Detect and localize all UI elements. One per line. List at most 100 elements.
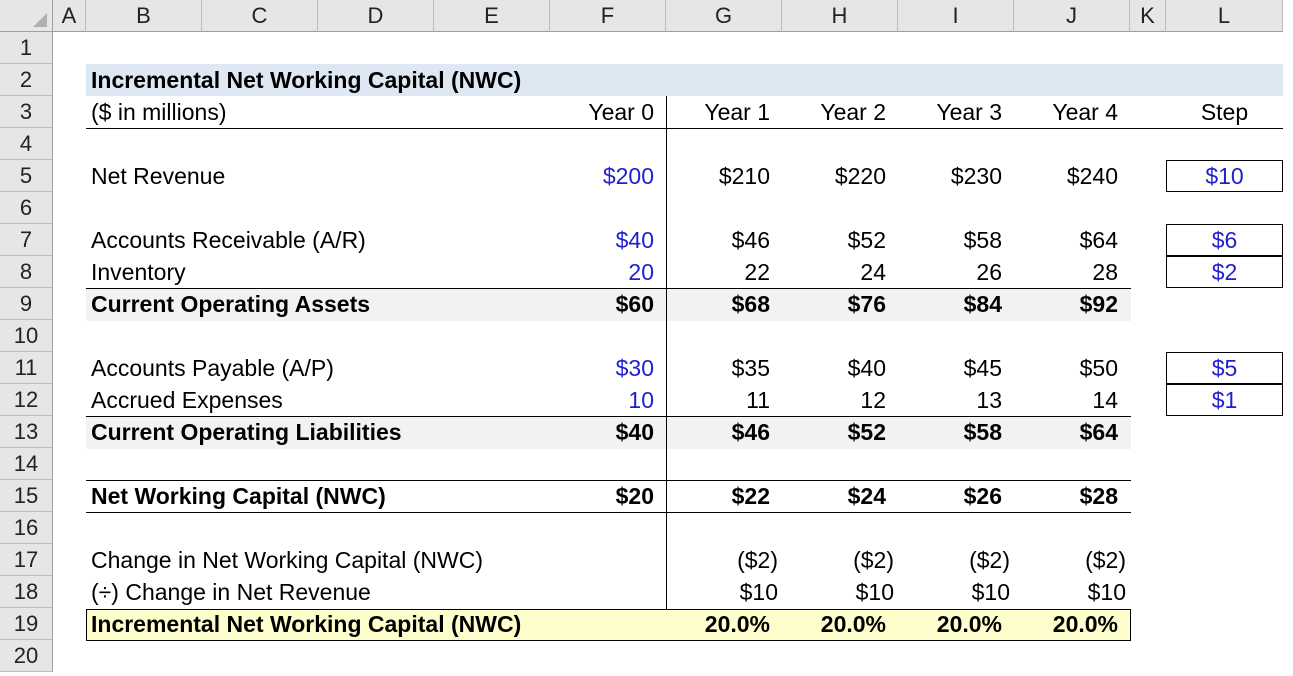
row-header-5[interactable]: 5 [0, 160, 53, 192]
row-header-11[interactable]: 11 [0, 352, 53, 384]
col-value-0[interactable]: $40 [550, 416, 654, 448]
accrued-value-0[interactable]: 10 [550, 384, 654, 416]
column-header-f[interactable]: F [550, 0, 666, 32]
row-header-3[interactable]: 3 [0, 96, 53, 128]
net-revenue-step-input[interactable]: $10 [1166, 160, 1283, 192]
nwc-value-1[interactable]: $22 [666, 480, 770, 512]
row-header-10[interactable]: 10 [0, 320, 53, 352]
year-header-2[interactable]: Year 2 [782, 96, 886, 128]
ar-value-1[interactable]: $46 [666, 224, 770, 256]
row-header-13[interactable]: 13 [0, 416, 53, 448]
ap-value-1[interactable]: $35 [666, 352, 770, 384]
row-header-18[interactable]: 18 [0, 576, 53, 608]
row-header-12[interactable]: 12 [0, 384, 53, 416]
accrued-value-2[interactable]: 12 [782, 384, 886, 416]
ar-value-3[interactable]: $58 [898, 224, 1002, 256]
change-rev-value-0[interactable] [550, 576, 654, 608]
net-revenue-value-4[interactable]: $240 [1014, 160, 1118, 192]
coa-value-1[interactable]: $68 [666, 288, 770, 320]
incremental-value-4[interactable]: 20.0% [1014, 608, 1118, 640]
inventory-step-input[interactable]: $2 [1166, 256, 1283, 288]
incremental-value-2[interactable]: 20.0% [782, 608, 886, 640]
coa-value-3[interactable]: $84 [898, 288, 1002, 320]
ar-step-input[interactable]: $6 [1166, 224, 1283, 256]
year-header-3[interactable]: Year 3 [898, 96, 1002, 128]
inventory-value-0[interactable]: 20 [550, 256, 654, 288]
net-revenue-value-0[interactable]: $200 [550, 160, 654, 192]
ar-value-0[interactable]: $40 [550, 224, 654, 256]
inventory-value-1[interactable]: 22 [666, 256, 770, 288]
change-nwc-value-2[interactable]: ($2) [782, 544, 894, 576]
row-header-6[interactable]: 6 [0, 192, 53, 224]
accrued-value-4[interactable]: 14 [1014, 384, 1118, 416]
net-revenue-value-3[interactable]: $230 [898, 160, 1002, 192]
row-header-4[interactable]: 4 [0, 128, 53, 160]
coa-value-0[interactable]: $60 [550, 288, 654, 320]
column-header-a[interactable]: A [53, 0, 86, 32]
ap-value-4[interactable]: $50 [1014, 352, 1118, 384]
row-header-20[interactable]: 20 [0, 640, 53, 672]
accrued-step-input[interactable]: $1 [1166, 384, 1283, 416]
inventory-value-2[interactable]: 24 [782, 256, 886, 288]
accrued-value-3[interactable]: 13 [898, 384, 1002, 416]
ap-value-2[interactable]: $40 [782, 352, 886, 384]
net-revenue-value-2[interactable]: $220 [782, 160, 886, 192]
nwc-value-3[interactable]: $26 [898, 480, 1002, 512]
units-label[interactable]: ($ in millions) [91, 96, 391, 128]
column-header-h[interactable]: H [782, 0, 898, 32]
ap-value-3[interactable]: $45 [898, 352, 1002, 384]
change-rev-value-3[interactable]: $10 [898, 576, 1010, 608]
change-nwc-value-1[interactable]: ($2) [666, 544, 778, 576]
ar-value-4[interactable]: $64 [1014, 224, 1118, 256]
year-header-4[interactable]: Year 4 [1014, 96, 1118, 128]
change-rev-value-2[interactable]: $10 [782, 576, 894, 608]
change-rev-value-4[interactable]: $10 [1014, 576, 1126, 608]
inventory-value-4[interactable]: 28 [1014, 256, 1118, 288]
column-header-k[interactable]: K [1130, 0, 1166, 32]
row-header-9[interactable]: 9 [0, 288, 53, 320]
column-header-c[interactable]: C [202, 0, 318, 32]
ap-value-0[interactable]: $30 [550, 352, 654, 384]
table-title[interactable]: Incremental Net Working Capital (NWC) [91, 64, 651, 96]
change-nwc-value-3[interactable]: ($2) [898, 544, 1010, 576]
incremental-value-1[interactable]: 20.0% [666, 608, 770, 640]
col-value-2[interactable]: $52 [782, 416, 886, 448]
row-header-19[interactable]: 19 [0, 608, 53, 640]
row-header-16[interactable]: 16 [0, 512, 53, 544]
incremental-value-0[interactable] [550, 608, 654, 640]
column-header-e[interactable]: E [434, 0, 550, 32]
row-header-8[interactable]: 8 [0, 256, 53, 288]
col-value-4[interactable]: $64 [1014, 416, 1118, 448]
row-header-14[interactable]: 14 [0, 448, 53, 480]
ar-value-2[interactable]: $52 [782, 224, 886, 256]
ap-step-input[interactable]: $5 [1166, 352, 1283, 384]
accrued-value-1[interactable]: 11 [666, 384, 770, 416]
column-header-i[interactable]: I [898, 0, 1014, 32]
coa-value-2[interactable]: $76 [782, 288, 886, 320]
nwc-value-4[interactable]: $28 [1014, 480, 1118, 512]
select-all-corner[interactable] [0, 0, 53, 32]
inventory-value-3[interactable]: 26 [898, 256, 1002, 288]
column-header-d[interactable]: D [318, 0, 434, 32]
row-header-2[interactable]: 2 [0, 64, 53, 96]
column-header-b[interactable]: B [86, 0, 202, 32]
incremental-value-3[interactable]: 20.0% [898, 608, 1002, 640]
nwc-value-0[interactable]: $20 [550, 480, 654, 512]
change-nwc-value-4[interactable]: ($2) [1014, 544, 1126, 576]
row-header-7[interactable]: 7 [0, 224, 53, 256]
column-header-j[interactable]: J [1014, 0, 1130, 32]
change-nwc-value-0[interactable] [550, 544, 654, 576]
year-header-0[interactable]: Year 0 [550, 96, 654, 128]
row-header-1[interactable]: 1 [0, 32, 53, 64]
column-header-g[interactable]: G [666, 0, 782, 32]
row-header-15[interactable]: 15 [0, 480, 53, 512]
spreadsheet-grid[interactable]: A B C D E F G H I J K L 1 2 3 4 5 6 7 8 9 10 11 12 13 14 15 16 17 18 1… [0, 0, 1293, 676]
row-header-17[interactable]: 17 [0, 544, 53, 576]
coa-value-4[interactable]: $92 [1014, 288, 1118, 320]
col-value-3[interactable]: $58 [898, 416, 1002, 448]
step-header[interactable]: Step [1166, 96, 1283, 128]
change-rev-value-1[interactable]: $10 [666, 576, 778, 608]
column-header-l[interactable]: L [1166, 0, 1283, 32]
col-value-1[interactable]: $46 [666, 416, 770, 448]
year-header-1[interactable]: Year 1 [666, 96, 770, 128]
